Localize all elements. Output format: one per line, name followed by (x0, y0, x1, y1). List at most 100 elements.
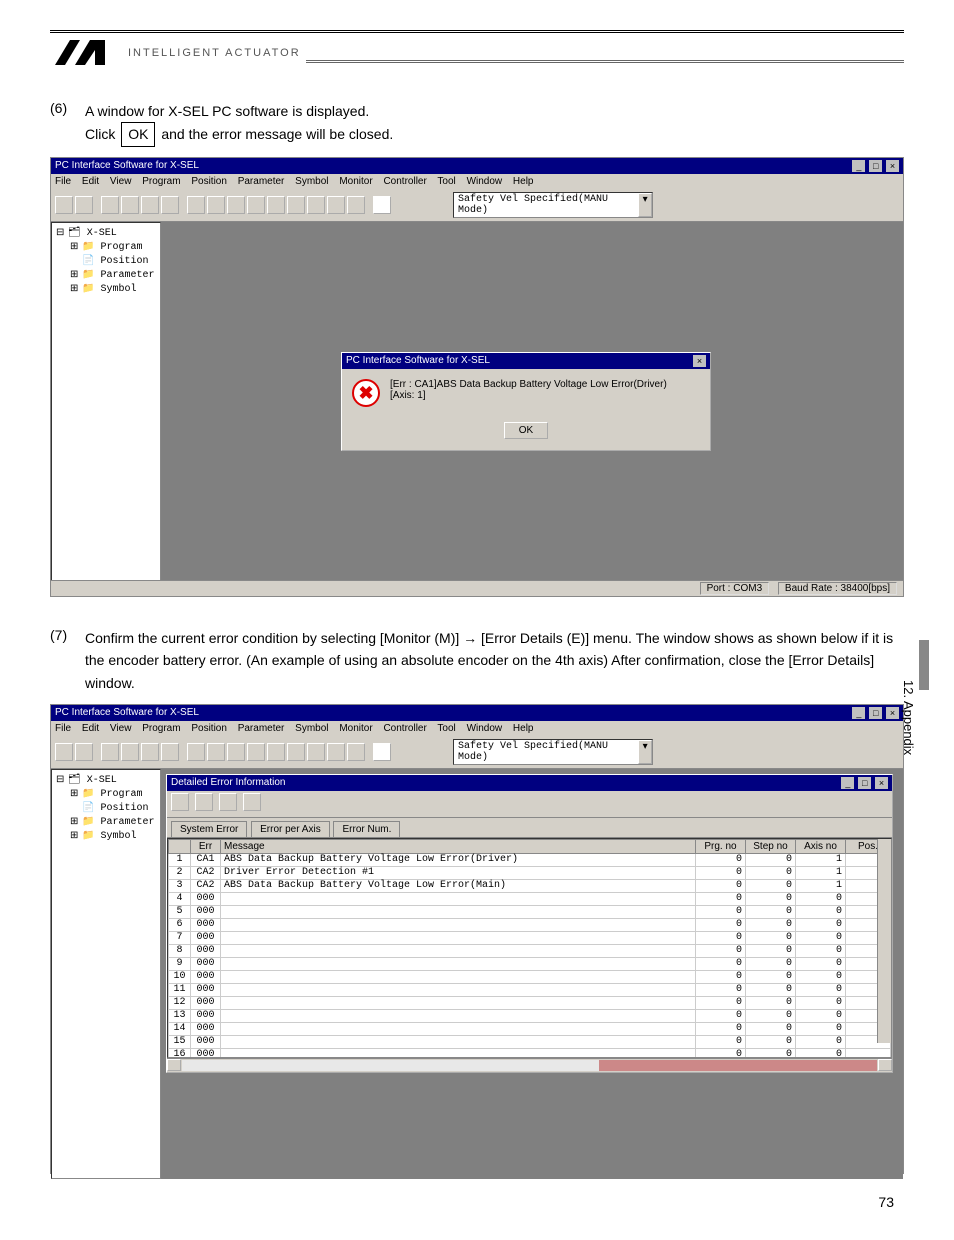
menu-parameter[interactable]: Parameter (238, 176, 285, 187)
tool-btn[interactable] (347, 196, 365, 214)
tree-item-symbol[interactable]: ⊞📁 Symbol (70, 283, 156, 297)
tree-root[interactable]: ⊟🗂 X-SEL (56, 227, 156, 241)
maximize-icon[interactable]: □ (869, 160, 882, 172)
tab-error-per-axis[interactable]: Error per Axis (251, 821, 330, 837)
tool-btn[interactable] (141, 196, 159, 214)
menu-position[interactable]: Position (191, 176, 227, 187)
mode-combo[interactable]: Safety Vel Specified(MANU Mode) ▾ (453, 192, 653, 218)
table-row[interactable]: 4000000 (169, 892, 891, 905)
tool-btn[interactable] (141, 743, 159, 761)
tool-btn[interactable] (267, 743, 285, 761)
menu-tool[interactable]: Tool (437, 176, 455, 187)
horizontal-scrollbar[interactable] (167, 1058, 892, 1072)
tree-item-program[interactable]: ⊞📁 Program (70, 241, 156, 255)
menu-file[interactable]: File (55, 176, 71, 187)
menu-monitor[interactable]: Monitor (339, 723, 372, 734)
close-icon[interactable]: × (886, 707, 899, 719)
tool-btn[interactable] (187, 743, 205, 761)
tree-item-program[interactable]: ⊞📁 Program (70, 788, 156, 802)
tool-btn[interactable] (55, 196, 73, 214)
maximize-icon[interactable]: □ (858, 777, 871, 789)
scroll-right-icon[interactable] (878, 1059, 892, 1071)
tree-item-parameter[interactable]: ⊞📁 Parameter (70, 816, 156, 830)
menu-view[interactable]: View (110, 176, 132, 187)
menu-controller[interactable]: Controller (383, 176, 426, 187)
save-icon[interactable] (171, 793, 189, 811)
print-icon[interactable] (195, 793, 213, 811)
refresh-icon[interactable] (243, 793, 261, 811)
tool-btn[interactable] (161, 196, 179, 214)
menu-program[interactable]: Program (142, 723, 180, 734)
tool-btn[interactable] (287, 743, 305, 761)
scroll-track[interactable] (182, 1060, 877, 1071)
tab-system-error[interactable]: System Error (171, 821, 247, 837)
tool-btn[interactable] (207, 196, 225, 214)
tool-btn[interactable] (247, 196, 265, 214)
tree-item-position[interactable]: 📄 Position (70, 802, 156, 816)
menu-symbol[interactable]: Symbol (295, 723, 328, 734)
tree-item-parameter[interactable]: ⊞📁 Parameter (70, 269, 156, 283)
menu-position[interactable]: Position (191, 723, 227, 734)
close-icon[interactable]: × (875, 777, 888, 789)
tool-btn[interactable] (101, 196, 119, 214)
menu-tool[interactable]: Tool (437, 723, 455, 734)
menu-edit[interactable]: Edit (82, 723, 99, 734)
table-row[interactable]: 6000000 (169, 918, 891, 931)
menu-program[interactable]: Program (142, 176, 180, 187)
tool-btn[interactable] (75, 196, 93, 214)
stop-btn[interactable] (373, 196, 391, 214)
close-icon[interactable]: × (886, 160, 899, 172)
menu-parameter[interactable]: Parameter (238, 723, 285, 734)
stop-btn[interactable] (373, 743, 391, 761)
maximize-icon[interactable]: □ (869, 707, 882, 719)
minimize-icon[interactable]: _ (852, 160, 865, 172)
minimize-icon[interactable]: _ (841, 777, 854, 789)
table-row[interactable]: 10000000 (169, 970, 891, 983)
table-row[interactable]: 5000000 (169, 905, 891, 918)
tool-btn[interactable] (75, 743, 93, 761)
table-row[interactable]: 11000000 (169, 983, 891, 996)
menu-file[interactable]: File (55, 723, 71, 734)
tool-btn[interactable] (267, 196, 285, 214)
tree-root[interactable]: ⊟🗂 X-SEL (56, 774, 156, 788)
table-row[interactable]: 13000000 (169, 1009, 891, 1022)
table-row[interactable]: 7000000 (169, 931, 891, 944)
tree-item-position[interactable]: 📄 Position (70, 255, 156, 269)
tool-btn[interactable] (219, 793, 237, 811)
menu-symbol[interactable]: Symbol (295, 176, 328, 187)
tool-btn[interactable] (121, 196, 139, 214)
table-row[interactable]: 1CA1ABS Data Backup Battery Voltage Low … (169, 853, 891, 866)
tool-btn[interactable] (347, 743, 365, 761)
tool-btn[interactable] (247, 743, 265, 761)
tool-btn[interactable] (187, 196, 205, 214)
table-row[interactable]: 16000000 (169, 1048, 891, 1058)
vertical-scrollbar[interactable] (877, 839, 891, 1043)
mode-combo[interactable]: Safety Vel Specified(MANU Mode) ▾ (453, 739, 653, 765)
menu-window[interactable]: Window (467, 723, 503, 734)
table-row[interactable]: 3CA2ABS Data Backup Battery Voltage Low … (169, 879, 891, 892)
tool-btn[interactable] (55, 743, 73, 761)
tool-btn[interactable] (327, 196, 345, 214)
close-icon[interactable]: × (693, 355, 706, 367)
table-row[interactable]: 2CA2Driver Error Detection #1001 (169, 866, 891, 879)
tool-btn[interactable] (101, 743, 119, 761)
table-row[interactable]: 12000000 (169, 996, 891, 1009)
menu-monitor[interactable]: Monitor (339, 176, 372, 187)
tool-btn[interactable] (207, 743, 225, 761)
chevron-down-icon[interactable]: ▾ (638, 193, 652, 217)
table-row[interactable]: 9000000 (169, 957, 891, 970)
tool-btn[interactable] (287, 196, 305, 214)
minimize-icon[interactable]: _ (852, 707, 865, 719)
menu-help[interactable]: Help (513, 723, 534, 734)
table-row[interactable]: 8000000 (169, 944, 891, 957)
tool-btn[interactable] (307, 196, 325, 214)
menu-controller[interactable]: Controller (383, 723, 426, 734)
tool-btn[interactable] (227, 196, 245, 214)
tool-btn[interactable] (121, 743, 139, 761)
tool-btn[interactable] (327, 743, 345, 761)
ok-button[interactable]: OK (504, 422, 548, 439)
tab-error-num[interactable]: Error Num. (333, 821, 400, 837)
tool-btn[interactable] (307, 743, 325, 761)
tool-btn[interactable] (227, 743, 245, 761)
menu-view[interactable]: View (110, 723, 132, 734)
